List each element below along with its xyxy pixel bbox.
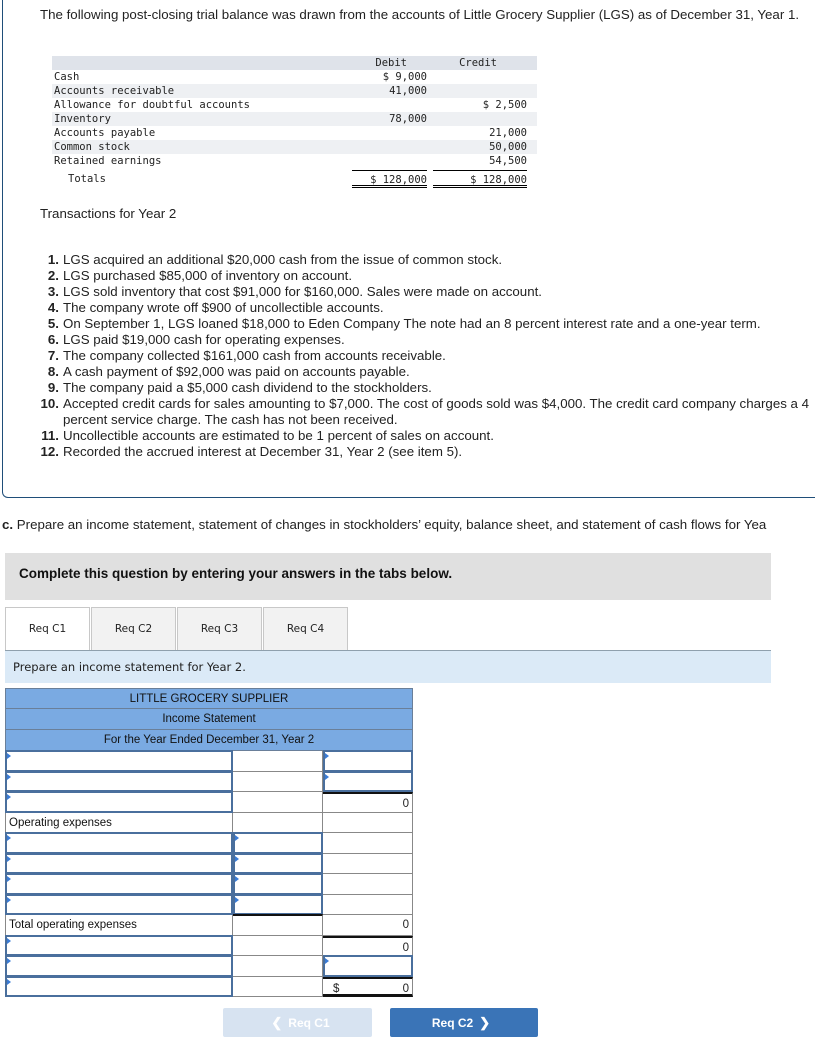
- amount-input[interactable]: [233, 852, 323, 874]
- credit-header: Credit: [459, 57, 497, 69]
- prev-requirement-button[interactable]: ❮ Req C1: [223, 1008, 372, 1037]
- account-select[interactable]: [5, 873, 233, 895]
- transaction-item: 5. On September 1, LGS loaned $18,000 to …: [47, 316, 761, 331]
- net-income-value: 0: [402, 982, 409, 995]
- instruction-text: Complete this question by entering your …: [19, 566, 453, 581]
- tab-req-c4[interactable]: Req C4: [263, 607, 348, 651]
- gross-margin-value: 0: [323, 792, 413, 813]
- transaction-item: 6. LGS paid $19,000 cash for operating ex…: [47, 332, 345, 347]
- transaction-item: 7. The company collected $161,000 cash fr…: [47, 348, 446, 363]
- transactions-title: Transactions for Year 2: [40, 206, 177, 221]
- operating-income-value: 0: [323, 935, 413, 956]
- statement-row: Total operating expenses 0: [5, 914, 413, 936]
- part-c-instruction: c. Prepare an income statement, statemen…: [2, 517, 767, 532]
- total-operating-expenses-value: 0: [323, 915, 413, 936]
- chevron-right-icon: ❯: [479, 1015, 491, 1030]
- statement-row: $ 0: [5, 975, 413, 997]
- amount-input[interactable]: [233, 873, 323, 895]
- transaction-item: 11. Uncollectible accounts are estimated …: [41, 428, 494, 443]
- transaction-item: 10. Accepted credit cards for sales amoun…: [40, 396, 810, 427]
- account-select[interactable]: [5, 770, 233, 792]
- trial-balance-totals: Totals $ 128,000 $ 128,000: [52, 170, 537, 188]
- transaction-item: 9. The company paid a $5,000 cash dividen…: [47, 380, 432, 395]
- trial-balance-row: Retained earnings 54,500: [54, 155, 527, 167]
- account-select[interactable]: [5, 852, 233, 874]
- tab-req-c2[interactable]: Req C2: [91, 607, 176, 651]
- income-statement: LITTLE GROCERY SUPPLIER Income Statement…: [5, 688, 413, 997]
- trial-balance-row: Accounts payable 21,000: [54, 127, 527, 139]
- tab-req-c3[interactable]: Req C3: [177, 607, 262, 651]
- statement-row: [5, 750, 413, 772]
- amount-input[interactable]: [323, 770, 413, 792]
- operating-expenses-label: Operating expenses: [5, 812, 233, 833]
- amount-input[interactable]: [233, 893, 323, 915]
- account-select[interactable]: [5, 934, 233, 956]
- statement-row: [5, 770, 413, 792]
- debit-header: Debit: [375, 57, 407, 69]
- requirement-tabs: Req C1 Req C2 Req C3 Req C4: [5, 607, 349, 652]
- transactions-list: 1. LGS acquired an additional $20,000 cas…: [40, 252, 810, 460]
- transaction-item: 3. LGS sold inventory that cost $91,000 f…: [47, 284, 542, 299]
- trial-balance-row: Inventory 78,000: [52, 112, 537, 126]
- amount-input[interactable]: [323, 955, 413, 977]
- statement-row: [5, 852, 413, 874]
- tab-req-c1[interactable]: Req C1: [5, 607, 90, 652]
- trial-balance-row: Accounts receivable 41,000: [52, 84, 537, 98]
- prompt-text: Prepare an income statement for Year 2.: [13, 660, 246, 674]
- transaction-item: 12. Recorded the accrued interest at Dece…: [40, 444, 463, 459]
- amount-input[interactable]: [233, 832, 323, 854]
- statement-row: Operating expenses: [5, 812, 413, 833]
- transaction-item: 4. The company wrote off $900 of uncollec…: [47, 300, 384, 315]
- trial-balance-header: Debit Credit: [52, 56, 537, 70]
- trial-balance: Debit Credit Cash $ 9,000 Accounts receiva…: [52, 56, 537, 188]
- statement-period: For the Year Ended December 31, Year 2: [5, 730, 413, 751]
- instruction-bar: Complete this question by entering your …: [5, 553, 771, 600]
- statement-row: 0: [5, 934, 413, 956]
- intro-text: The following post-closing trial balance…: [40, 7, 800, 22]
- transaction-item: 2. LGS purchased $85,000 of inventory on …: [47, 268, 353, 283]
- transaction-item: 8. A cash payment of $92,000 was paid on …: [47, 364, 410, 379]
- account-select[interactable]: [5, 955, 233, 977]
- account-select[interactable]: [5, 750, 233, 772]
- statement-title: Income Statement: [5, 709, 413, 730]
- statement-row: [5, 832, 413, 854]
- statement-row: [5, 955, 413, 977]
- net-income-cell: $ 0: [323, 976, 413, 997]
- next-requirement-button[interactable]: Req C2 ❯: [390, 1008, 538, 1037]
- transaction-item: 1. LGS acquired an additional $20,000 cas…: [47, 252, 503, 267]
- trial-balance-row: Allowance for doubtful accounts $ 2,500: [54, 99, 527, 111]
- statement-row: 0: [5, 791, 413, 813]
- company-name: LITTLE GROCERY SUPPLIER: [5, 688, 413, 709]
- dollar-sign: $: [333, 982, 340, 995]
- account-select[interactable]: [5, 975, 233, 997]
- trial-balance-row: Cash $ 9,000: [54, 71, 427, 83]
- statement-row: [5, 873, 413, 895]
- total-operating-expenses-label: Total operating expenses: [5, 915, 233, 936]
- account-select[interactable]: [5, 893, 233, 915]
- statement-row: [5, 893, 413, 915]
- trial-balance-row: Common stock 50,000: [52, 140, 537, 154]
- prompt-bar: Prepare an income statement for Year 2.: [5, 650, 771, 683]
- amount-input[interactable]: [323, 750, 413, 772]
- account-select[interactable]: [5, 791, 233, 813]
- account-select[interactable]: [5, 832, 233, 854]
- chevron-left-icon: ❮: [271, 1015, 283, 1030]
